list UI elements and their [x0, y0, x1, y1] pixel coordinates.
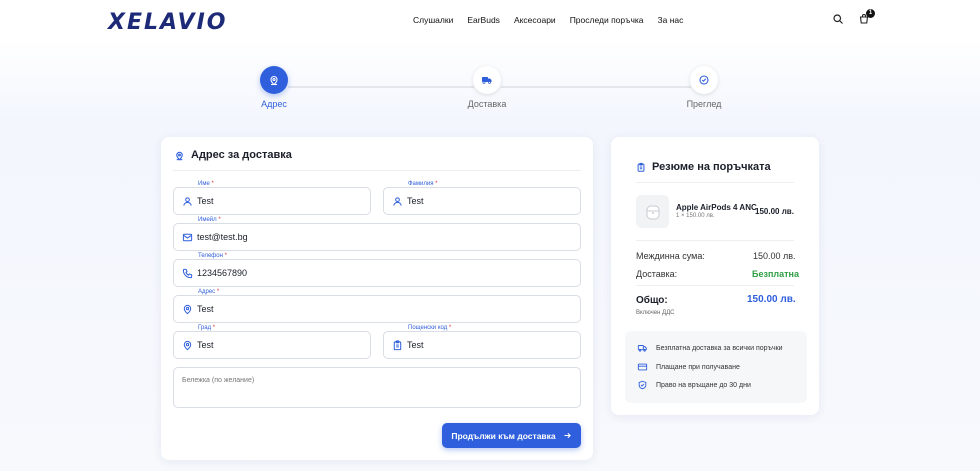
step-connector [288, 86, 474, 88]
location-icon [176, 151, 183, 160]
subtotal-label: Междинна сума: [636, 251, 705, 261]
site-header: XELAVIO Слушалки EarBuds Аксесоари Просл… [0, 0, 980, 40]
clipboard-icon [637, 162, 645, 172]
perk-free-shipping: Безплатна доставка за всички поръчки [637, 343, 783, 353]
truck-icon [637, 345, 647, 352]
note-textarea[interactable]: Бележка (по желание) [173, 367, 581, 408]
form-title-text: Адрес за доставка [191, 149, 292, 161]
email-field[interactable]: Имейл * test@test.bg [173, 217, 581, 251]
last-name-field[interactable]: Фамилия * Test [383, 181, 581, 215]
perk-label: Право на връщане до 30 дни [656, 381, 751, 389]
email-value: test@test.bg [197, 232, 248, 242]
last-name-label: Фамилия * [406, 181, 440, 187]
nav-item-accessories[interactable]: Аксесоари [514, 15, 556, 25]
nav-item-earbuds[interactable]: EarBuds [467, 15, 500, 25]
first-name-label: Име * [196, 181, 216, 187]
first-name-field[interactable]: Име * Test [173, 181, 371, 215]
phone-field[interactable]: Телефон * 1234567890 [173, 253, 581, 287]
step-delivery[interactable] [473, 66, 501, 94]
location-icon [270, 76, 278, 86]
perk-label: Безплатна доставка за всички поръчки [656, 344, 783, 352]
address-field[interactable]: Адрес * Test [173, 289, 581, 323]
brand-logo[interactable]: XELAVIO [108, 10, 227, 35]
perk-returns: Право на връщане до 30 дни [637, 380, 751, 390]
postal-code-field[interactable]: Пощенски код * Test [383, 325, 581, 359]
shipping-label: Доставка: [636, 269, 678, 279]
step-label-address: Адрес [261, 99, 287, 109]
shipping-value: Безплатна [752, 269, 799, 279]
continue-to-delivery-button[interactable]: Продължи към доставка [442, 423, 581, 448]
shield-check-icon [638, 380, 647, 390]
divider [173, 170, 581, 171]
location-pin-icon [183, 304, 192, 315]
first-name-value: Test [197, 196, 214, 206]
step-address[interactable] [260, 66, 288, 94]
subtotal-value: 150.00 лв. [753, 251, 796, 261]
phone-label: Телефон * [196, 253, 229, 259]
last-name-value: Test [407, 196, 424, 206]
address-label: Адрес * [196, 289, 222, 295]
location-pin-icon [183, 340, 192, 351]
truck-icon [482, 77, 492, 84]
summary-title: Резюме на поръчката [636, 161, 771, 173]
product-name: Apple AirPods 4 ANC [676, 203, 757, 212]
main-nav: Слушалки EarBuds Аксесоари Проследи поръ… [413, 15, 683, 25]
cart-count-badge: 1 [866, 9, 875, 18]
step-review[interactable] [690, 66, 718, 94]
clipboard-icon [393, 340, 402, 351]
perks-box: Безплатна доставка за всички поръчки Пла… [625, 331, 807, 403]
airpods-case-icon [646, 205, 659, 219]
step-label-delivery: Доставка [467, 99, 507, 109]
arrow-right-icon [564, 432, 571, 439]
product-thumbnail [636, 195, 669, 228]
user-icon [183, 197, 192, 206]
summary-title-text: Резюме на поръчката [652, 161, 771, 173]
mail-icon [182, 233, 193, 242]
continue-button-label: Продължи към доставка [451, 430, 556, 441]
city-label: Град * [196, 325, 218, 331]
nav-item-headphones[interactable]: Слушалки [413, 15, 453, 25]
note-placeholder: Бележка (по желание) [182, 377, 255, 384]
postal-code-label: Пощенски код * [406, 325, 454, 331]
credit-card-icon [637, 363, 648, 371]
search-icon[interactable] [832, 13, 844, 25]
step-label-review: Преглед [686, 99, 722, 109]
perk-cash-on-delivery: Плащане при получаване [637, 362, 740, 372]
phone-value: 1234567890 [197, 268, 248, 278]
postal-code-value: Test [407, 340, 424, 350]
nav-item-about[interactable]: За нас [658, 15, 684, 25]
perk-label: Плащане при получаване [656, 363, 740, 371]
address-value: Test [197, 304, 214, 314]
check-badge-icon [699, 75, 709, 85]
total-value: 150.00 лв. [747, 294, 796, 305]
city-field[interactable]: Град * Test [173, 325, 371, 359]
product-price: 150.00 лв. [755, 207, 794, 216]
nav-item-track-order[interactable]: Проследи поръчка [570, 15, 644, 25]
divider [636, 285, 794, 286]
phone-icon [182, 268, 193, 279]
product-qty: 1 × 150.00 лв. [676, 213, 715, 219]
total-label: Общо: [636, 295, 668, 306]
email-label: Имейл * [196, 217, 223, 223]
divider [636, 182, 794, 183]
user-icon [393, 197, 402, 206]
divider [636, 240, 794, 241]
city-value: Test [197, 340, 214, 350]
form-title: Адрес за доставка [174, 149, 292, 161]
step-connector [501, 86, 691, 88]
vat-note: Включен ДДС [636, 310, 675, 316]
